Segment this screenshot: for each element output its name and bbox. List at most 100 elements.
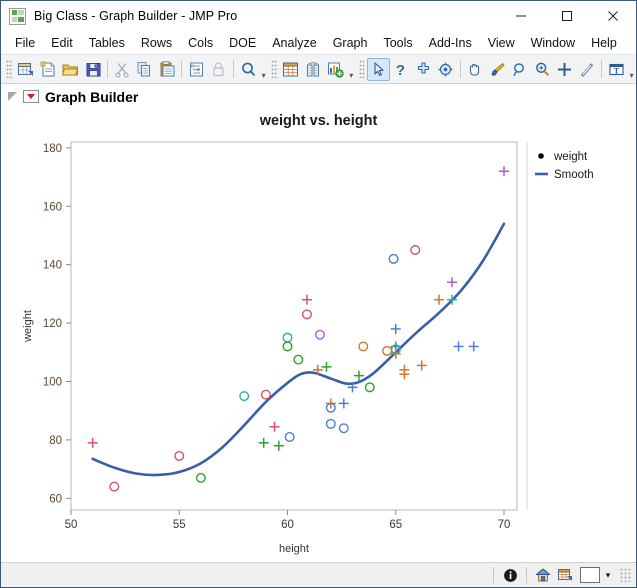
menu-add-ins[interactable]: Add-Ins <box>421 34 480 52</box>
resize-grip[interactable] <box>620 568 632 582</box>
menu-tools[interactable]: Tools <box>375 34 420 52</box>
toolbar-overflow-3[interactable]: ▾ <box>627 58 636 81</box>
target-icon[interactable] <box>434 58 456 81</box>
title-bar: Big Class - Graph Builder - JMP Pro <box>1 1 636 32</box>
legend-label[interactable]: weight <box>553 151 588 163</box>
window-controls <box>498 1 636 31</box>
status-bar: ▾ <box>1 562 636 587</box>
disclosure-triangle-icon[interactable] <box>7 91 19 103</box>
magnifier-zoom-icon[interactable] <box>531 58 553 81</box>
toolbar-separator-1 <box>107 60 109 78</box>
add-graph-icon[interactable] <box>325 58 347 81</box>
status-separator-2 <box>526 567 527 583</box>
crosshair-icon[interactable] <box>412 58 434 81</box>
y-tick-label: 120 <box>43 318 62 330</box>
maximize-button[interactable] <box>544 1 590 31</box>
report-title: Graph Builder <box>45 88 139 105</box>
window-title: Big Class - Graph Builder - JMP Pro <box>34 9 238 23</box>
brush-icon[interactable] <box>486 58 508 81</box>
toolbar-separator-4 <box>459 60 461 78</box>
graph-panel: weight vs. height 60 80 100 120 140 160 180 50… <box>1 109 636 562</box>
question-help-icon[interactable]: ? <box>390 58 412 81</box>
menu-analyze[interactable]: Analyze <box>264 34 324 52</box>
x-tick-label: 55 <box>173 519 186 531</box>
report-area: Graph Builder weight vs. height 60 80 100 1… <box>1 84 636 562</box>
status-separator-1 <box>493 567 494 583</box>
jmp-grid-icon <box>9 7 26 25</box>
copy-pages-icon[interactable] <box>134 58 156 81</box>
x-tick-label: 70 <box>498 519 511 531</box>
close-button[interactable] <box>590 1 636 31</box>
new-data-table-icon[interactable] <box>15 58 37 81</box>
toolbar-overflow-2[interactable]: ▾ <box>347 58 356 81</box>
maximize-icon <box>562 11 572 21</box>
close-icon <box>608 11 618 21</box>
legend-marker-dot <box>538 153 544 159</box>
svg-text:T: T <box>613 65 619 75</box>
paste-clipboard-icon[interactable] <box>156 58 178 81</box>
legend-label[interactable]: Smooth <box>554 169 594 181</box>
data-table-icon[interactable] <box>554 565 576 585</box>
chart-legend[interactable]: weight Smooth <box>535 151 594 181</box>
y-axis-label: weight <box>22 310 34 343</box>
toolbar-grip-3[interactable] <box>358 60 366 78</box>
y-tick-label: 60 <box>49 493 62 505</box>
data-table-grid-icon[interactable] <box>280 58 302 81</box>
report-header: Graph Builder <box>1 84 636 110</box>
toolbar-separator-2 <box>181 60 183 78</box>
toolbar-grip-1[interactable] <box>6 60 13 78</box>
chart-title: weight vs. height <box>259 113 378 129</box>
toolbar: ▾ ▾ ? T ▾ <box>1 55 636 84</box>
x-axis: 50 55 60 65 70 <box>65 510 511 531</box>
svg-text:?: ? <box>396 62 405 79</box>
new-script-icon[interactable] <box>37 58 59 81</box>
y-tick-label: 80 <box>49 435 62 447</box>
jmp-main-window: Big Class - Graph Builder - JMP Pro File… <box>0 0 637 588</box>
menu-edit[interactable]: Edit <box>43 34 81 52</box>
minimize-button[interactable] <box>498 1 544 31</box>
columns-icon[interactable] <box>302 58 324 81</box>
color-dropdown-caret[interactable]: ▾ <box>600 565 616 585</box>
journal-icon[interactable] <box>185 58 207 81</box>
plus-crosshair-icon[interactable] <box>553 58 575 81</box>
y-tick-label: 160 <box>43 201 62 213</box>
y-axis: 60 80 100 120 140 160 180 <box>43 143 71 505</box>
toolbar-separator-5 <box>600 60 602 78</box>
home-icon[interactable] <box>532 565 554 585</box>
menu-graph[interactable]: Graph <box>325 34 376 52</box>
menu-cols[interactable]: Cols <box>180 34 221 52</box>
menu-help[interactable]: Help <box>583 34 625 52</box>
x-tick-label: 50 <box>65 519 78 531</box>
x-tick-label: 65 <box>389 519 402 531</box>
y-tick-label: 140 <box>43 260 62 272</box>
menu-tables[interactable]: Tables <box>81 34 133 52</box>
menu-doe[interactable]: DOE <box>221 34 264 52</box>
lock-icon[interactable] <box>208 58 230 81</box>
lasso-icon[interactable] <box>508 58 530 81</box>
cut-scissors-icon[interactable] <box>111 58 133 81</box>
toolbar-overflow-1[interactable]: ▾ <box>259 58 268 81</box>
scatter-chart[interactable]: 60 80 100 120 140 160 180 50 55 60 65 70 weight Smo… <box>11 134 611 562</box>
open-folder-icon[interactable] <box>60 58 82 81</box>
menu-window[interactable]: Window <box>523 34 583 52</box>
plot-frame <box>70 141 518 511</box>
minimize-icon <box>516 15 526 17</box>
text-annotate-icon[interactable]: T <box>605 58 627 81</box>
red-triangle-menu-icon[interactable] <box>23 90 39 103</box>
line-tool-icon[interactable] <box>576 58 598 81</box>
search-magnifier-icon[interactable] <box>237 58 259 81</box>
plot-area[interactable]: 60 80 100 120 140 160 180 50 55 60 65 70 weight Smo… <box>11 134 611 562</box>
hand-grabber-icon[interactable] <box>464 58 486 81</box>
x-axis-label: height <box>279 543 309 555</box>
color-swatch[interactable] <box>580 567 600 583</box>
menu-view[interactable]: View <box>480 34 523 52</box>
menu-rows[interactable]: Rows <box>133 34 180 52</box>
toolbar-grip-2[interactable] <box>271 60 278 78</box>
arrow-select-icon[interactable] <box>367 57 390 81</box>
y-tick-label: 100 <box>43 376 62 388</box>
save-floppy-icon[interactable] <box>82 58 104 81</box>
info-icon[interactable] <box>499 565 521 585</box>
menu-file[interactable]: File <box>7 34 43 52</box>
toolbar-separator-3 <box>232 60 234 78</box>
x-tick-label: 60 <box>281 519 294 531</box>
